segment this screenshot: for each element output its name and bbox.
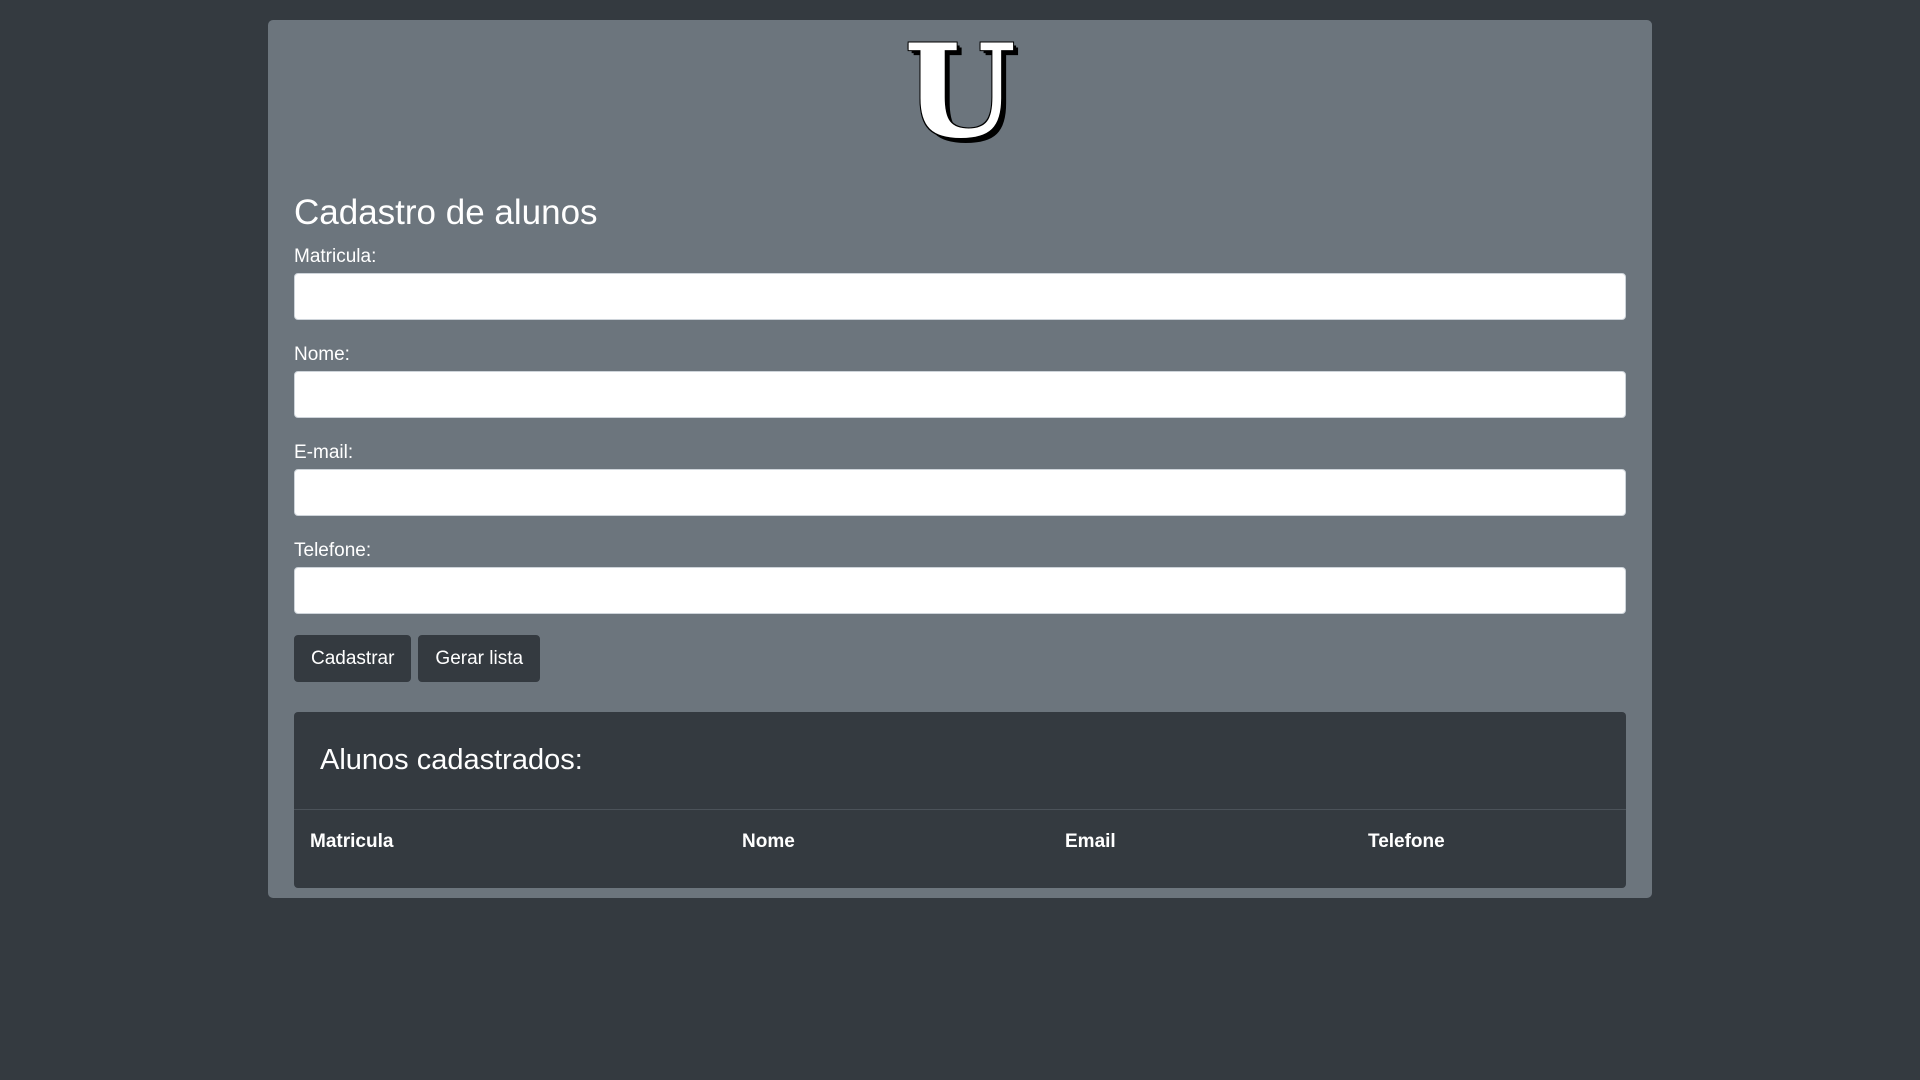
students-list-card: Alunos cadastrados: Matricula Nome Email… bbox=[294, 712, 1626, 888]
matricula-label: Matricula: bbox=[294, 246, 377, 267]
gerar-lista-button[interactable]: Gerar lista bbox=[418, 635, 541, 682]
field-email: E-mail: bbox=[294, 442, 1626, 516]
telefone-input[interactable] bbox=[294, 567, 1626, 614]
form-actions: Cadastrar Gerar lista bbox=[294, 635, 1626, 682]
column-header-nome: Nome bbox=[742, 831, 795, 852]
column-header-matricula: Matricula bbox=[310, 831, 394, 852]
column-header-email: Email bbox=[1065, 831, 1116, 852]
cadastrar-button[interactable]: Cadastrar bbox=[294, 635, 412, 682]
matricula-input[interactable] bbox=[294, 273, 1626, 320]
main-panel: U Cadastro de alunos Matricula: Nome: E-… bbox=[268, 20, 1652, 898]
students-list-title: Alunos cadastrados: bbox=[320, 744, 583, 776]
logo-container: U bbox=[294, 20, 1626, 158]
page-title: Cadastro de alunos bbox=[294, 193, 598, 232]
email-input[interactable] bbox=[294, 469, 1626, 516]
logo: U bbox=[904, 17, 1016, 167]
email-label: E-mail: bbox=[294, 442, 354, 463]
students-list-header: Alunos cadastrados: bbox=[294, 712, 1626, 810]
nome-input[interactable] bbox=[294, 371, 1626, 418]
nome-label: Nome: bbox=[294, 344, 350, 365]
column-header-telefone: Telefone bbox=[1368, 831, 1445, 852]
telefone-label: Telefone: bbox=[294, 540, 372, 561]
table-header-row: Matricula Nome Email Telefone bbox=[294, 810, 1626, 888]
field-matricula: Matricula: bbox=[294, 246, 1626, 320]
field-telefone: Telefone: bbox=[294, 540, 1626, 614]
field-nome: Nome: bbox=[294, 344, 1626, 418]
students-table: Matricula Nome Email Telefone bbox=[294, 810, 1626, 888]
